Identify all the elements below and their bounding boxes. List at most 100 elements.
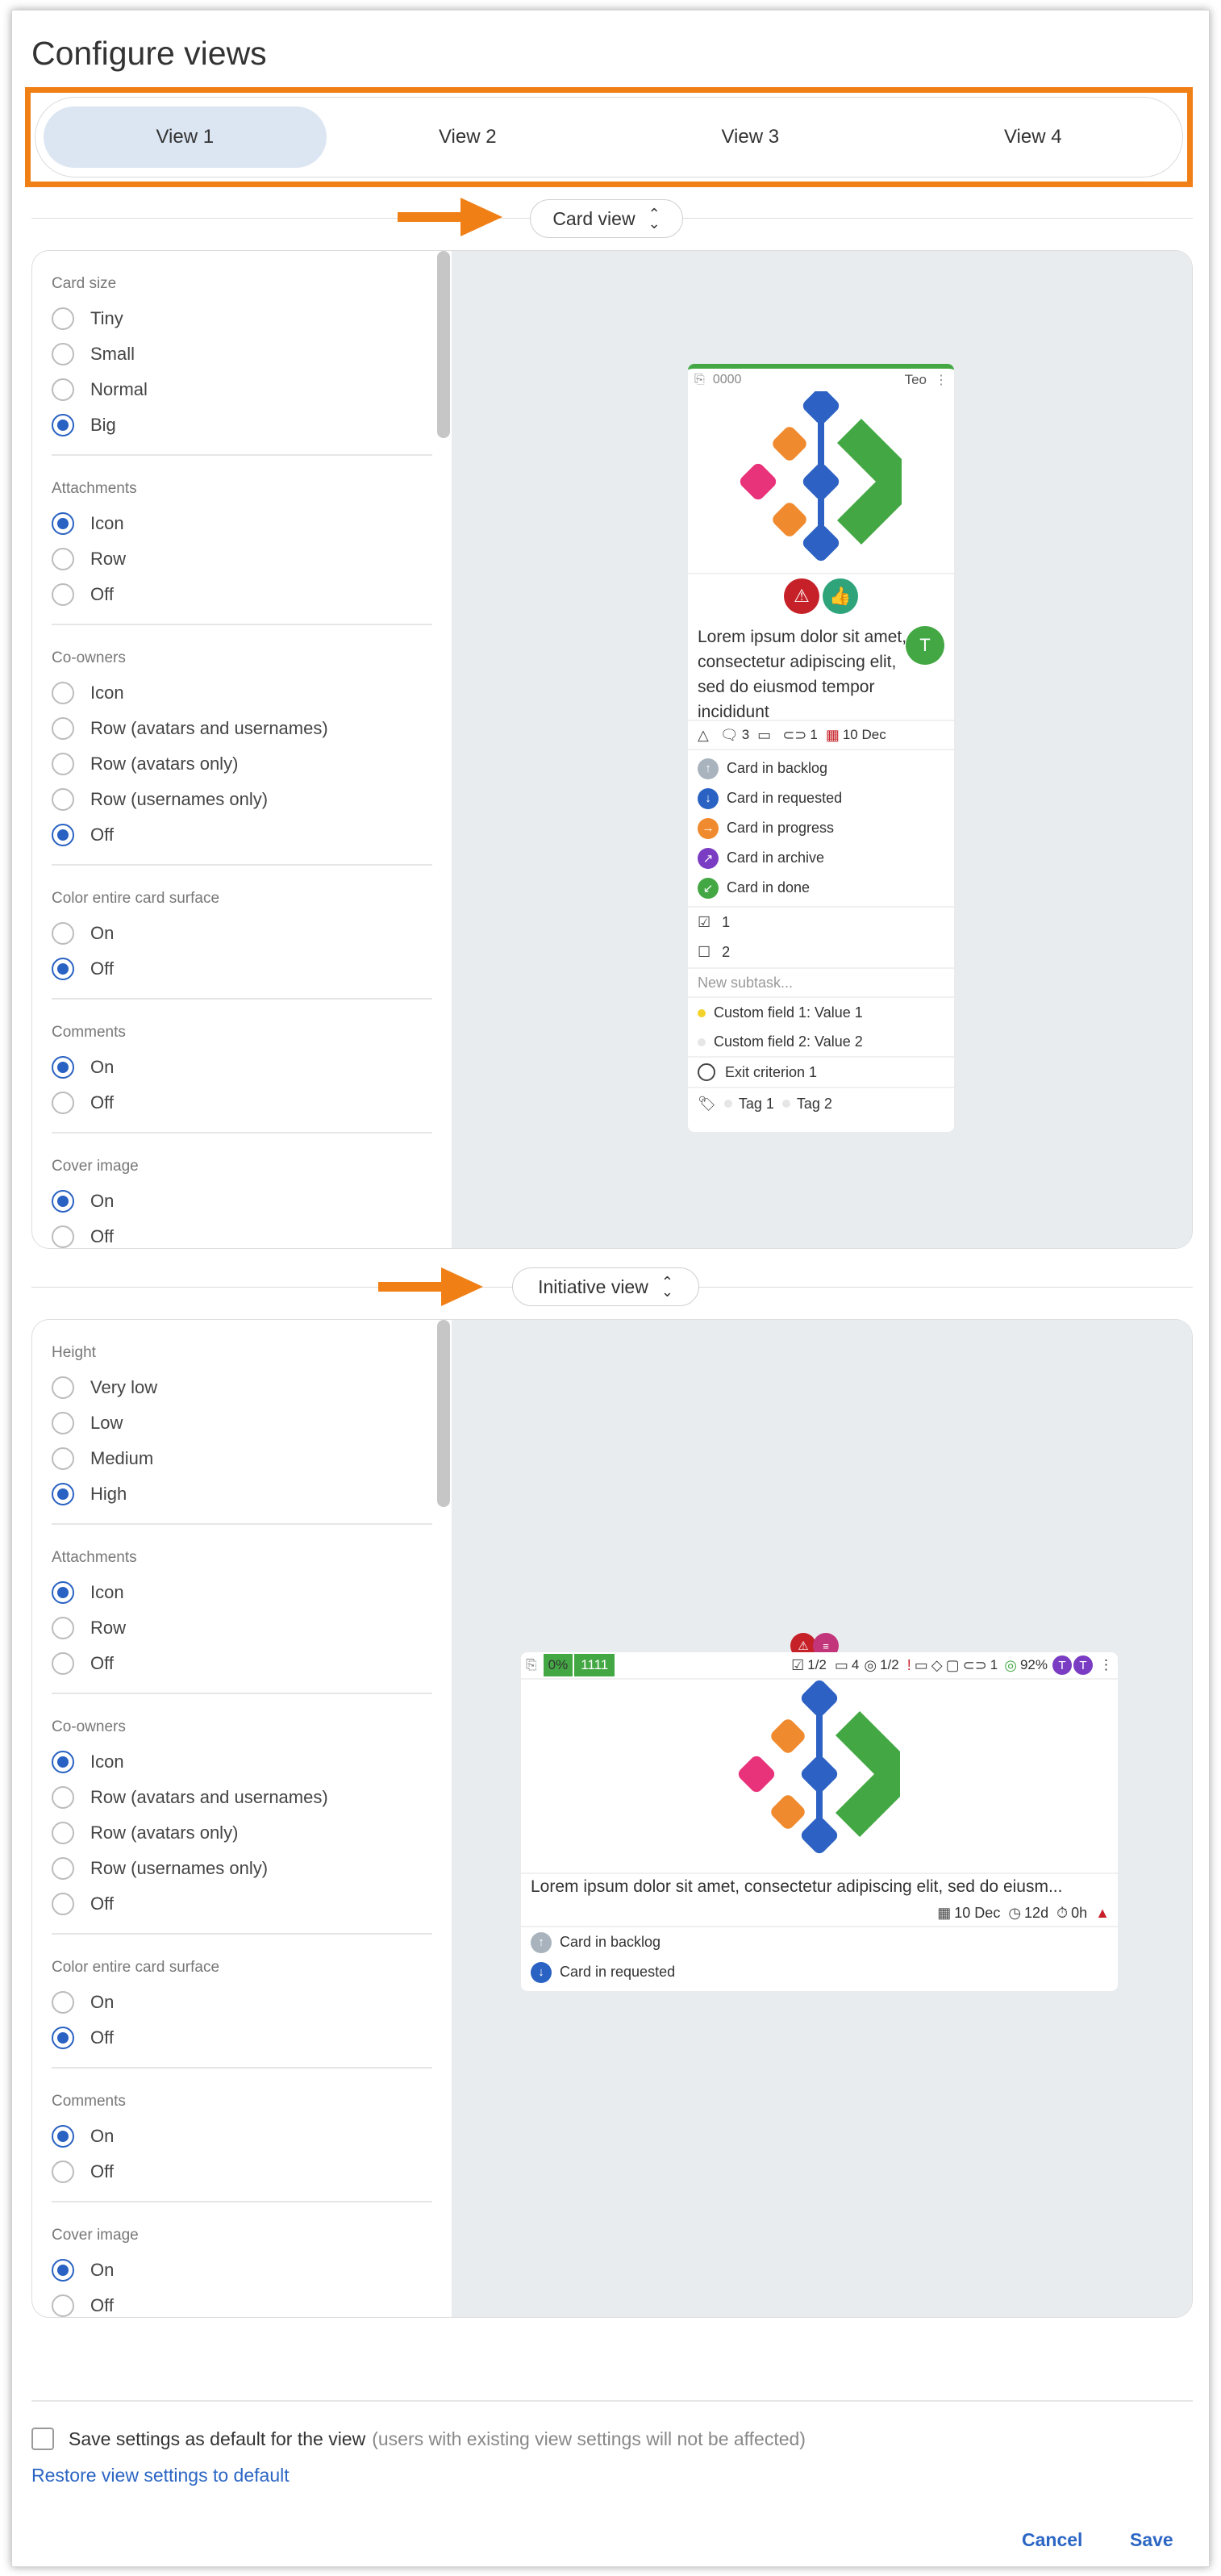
radio-icon[interactable] bbox=[52, 343, 74, 365]
radio-option[interactable]: Off bbox=[52, 1646, 432, 1681]
radio-icon[interactable] bbox=[52, 1991, 74, 2014]
radio-selected-icon[interactable] bbox=[52, 958, 74, 980]
radio-selected-icon[interactable] bbox=[52, 512, 74, 535]
ruler-icon: ▭ bbox=[757, 726, 772, 743]
radio-option[interactable]: Big bbox=[52, 407, 432, 443]
radio-option[interactable]: Off bbox=[52, 817, 432, 853]
radio-icon[interactable] bbox=[52, 2161, 74, 2183]
radio-selected-icon[interactable] bbox=[52, 1056, 74, 1079]
more-icon[interactable]: ⋮ bbox=[1099, 1657, 1113, 1673]
save-button[interactable]: Save bbox=[1130, 2529, 1173, 2551]
radio-selected-icon[interactable] bbox=[52, 1581, 74, 1604]
radio-selected-icon[interactable] bbox=[52, 2027, 74, 2049]
radio-option[interactable]: On bbox=[52, 1985, 432, 2020]
radio-icon[interactable] bbox=[52, 1376, 74, 1399]
radio-option[interactable]: Tiny bbox=[52, 301, 432, 336]
radio-option[interactable]: Row (avatars only) bbox=[52, 746, 432, 782]
card-count-icon: ▭ bbox=[834, 1656, 848, 1673]
radio-option[interactable]: Normal bbox=[52, 372, 432, 407]
radio-option[interactable]: Row (avatars and usernames) bbox=[52, 711, 432, 746]
subtask-item[interactable]: ☐ 2 bbox=[688, 937, 954, 967]
radio-label: Row (avatars only) bbox=[90, 754, 239, 774]
restore-defaults-link[interactable]: Restore view settings to default bbox=[31, 2465, 290, 2486]
tab-view-1[interactable]: View 1 bbox=[44, 106, 327, 168]
radio-option[interactable]: On bbox=[52, 2119, 432, 2154]
checkbox-checked-icon[interactable]: ☑ bbox=[698, 914, 711, 931]
tab-view-4[interactable]: View 4 bbox=[892, 106, 1175, 168]
settings-scrollbar[interactable] bbox=[437, 1320, 450, 1507]
checkbox-icon[interactable] bbox=[31, 2428, 54, 2450]
radio-option[interactable]: Off bbox=[52, 2020, 432, 2056]
checkbox-icon[interactable]: ☐ bbox=[698, 944, 711, 961]
backlog-icon: ↑ bbox=[531, 1931, 552, 1953]
tab-view-2[interactable]: View 2 bbox=[327, 106, 610, 168]
radio-option[interactable]: Row (usernames only) bbox=[52, 782, 432, 817]
radio-option[interactable]: Icon bbox=[52, 506, 432, 541]
radio-icon[interactable] bbox=[52, 1617, 74, 1639]
radio-option[interactable]: Off bbox=[52, 1886, 432, 1922]
radio-option[interactable]: Icon bbox=[52, 1575, 432, 1610]
radio-option[interactable]: Row (avatars and usernames) bbox=[52, 1780, 432, 1815]
radio-icon[interactable] bbox=[52, 1092, 74, 1114]
radio-option[interactable]: Small bbox=[52, 336, 432, 372]
radio-option[interactable]: On bbox=[52, 916, 432, 951]
radio-icon[interactable] bbox=[52, 1225, 74, 1248]
radio-option[interactable]: Row bbox=[52, 1610, 432, 1646]
radio-option[interactable]: Low bbox=[52, 1405, 432, 1441]
radio-option[interactable]: Off bbox=[52, 577, 432, 612]
radio-label: Tiny bbox=[90, 308, 123, 328]
radio-option[interactable]: Row (avatars only) bbox=[52, 1815, 432, 1851]
radio-icon[interactable] bbox=[52, 2294, 74, 2317]
radio-icon[interactable] bbox=[52, 548, 74, 570]
settings-scrollbar[interactable] bbox=[437, 251, 450, 438]
orange-arrow-icon bbox=[378, 1267, 483, 1306]
radio-selected-icon[interactable] bbox=[52, 2259, 74, 2282]
radio-option[interactable]: On bbox=[52, 1184, 432, 1219]
subtask-item[interactable]: ☑ 1 bbox=[688, 908, 954, 937]
radio-selected-icon[interactable] bbox=[52, 1483, 74, 1505]
radio-icon[interactable] bbox=[52, 753, 74, 775]
more-icon[interactable]: ⋮ bbox=[935, 372, 948, 388]
radio-option[interactable]: Off bbox=[52, 1085, 432, 1121]
radio-selected-icon[interactable] bbox=[52, 414, 74, 436]
radio-icon[interactable] bbox=[52, 788, 74, 811]
radio-selected-icon[interactable] bbox=[52, 1190, 74, 1213]
radio-icon[interactable] bbox=[52, 1893, 74, 1915]
radio-selected-icon[interactable] bbox=[52, 2125, 74, 2148]
radio-option[interactable]: Icon bbox=[52, 1744, 432, 1780]
new-subtask-input[interactable]: New subtask... bbox=[688, 967, 954, 998]
initiative-view-toggle[interactable]: Initiative view ⌃ ⌄ bbox=[512, 1267, 699, 1306]
radio-icon[interactable] bbox=[52, 1822, 74, 1844]
radio-option[interactable]: Off bbox=[52, 951, 432, 987]
radio-option[interactable]: Off bbox=[52, 1219, 432, 1248]
radio-option[interactable]: On bbox=[52, 1050, 432, 1085]
radio-icon[interactable] bbox=[52, 1447, 74, 1470]
radio-icon[interactable] bbox=[52, 1652, 74, 1675]
settings-group: Color entire card surface On Off bbox=[52, 866, 432, 1000]
cancel-button[interactable]: Cancel bbox=[1022, 2529, 1082, 2551]
radio-option[interactable]: Very low bbox=[52, 1370, 432, 1405]
radio-option[interactable]: Row bbox=[52, 541, 432, 577]
radio-icon[interactable] bbox=[52, 1412, 74, 1434]
radio-icon[interactable] bbox=[52, 1786, 74, 1809]
radio-selected-icon[interactable] bbox=[52, 1751, 74, 1773]
radio-option[interactable]: On bbox=[52, 2252, 432, 2288]
radio-icon[interactable] bbox=[52, 378, 74, 401]
radio-icon[interactable] bbox=[52, 307, 74, 330]
save-default-checkbox[interactable]: Save settings as default for the view (u… bbox=[31, 2428, 806, 2450]
card-view-toggle[interactable]: Card view ⌃ ⌄ bbox=[530, 199, 683, 238]
radio-option[interactable]: Off bbox=[52, 2154, 432, 2190]
radio-icon[interactable] bbox=[52, 682, 74, 704]
radio-icon[interactable] bbox=[52, 922, 74, 945]
radio-option[interactable]: Medium bbox=[52, 1441, 432, 1476]
radio-icon[interactable] bbox=[52, 1857, 74, 1880]
radio-option[interactable]: Icon bbox=[52, 675, 432, 711]
radio-option[interactable]: Row (usernames only) bbox=[52, 1851, 432, 1886]
radio-option[interactable]: Off bbox=[52, 2288, 432, 2317]
exit-criterion[interactable]: Exit criterion 1 bbox=[688, 1058, 954, 1088]
radio-option[interactable]: High bbox=[52, 1476, 432, 1512]
radio-selected-icon[interactable] bbox=[52, 824, 74, 846]
radio-icon[interactable] bbox=[52, 583, 74, 606]
radio-icon[interactable] bbox=[52, 717, 74, 740]
tab-view-3[interactable]: View 3 bbox=[609, 106, 892, 168]
